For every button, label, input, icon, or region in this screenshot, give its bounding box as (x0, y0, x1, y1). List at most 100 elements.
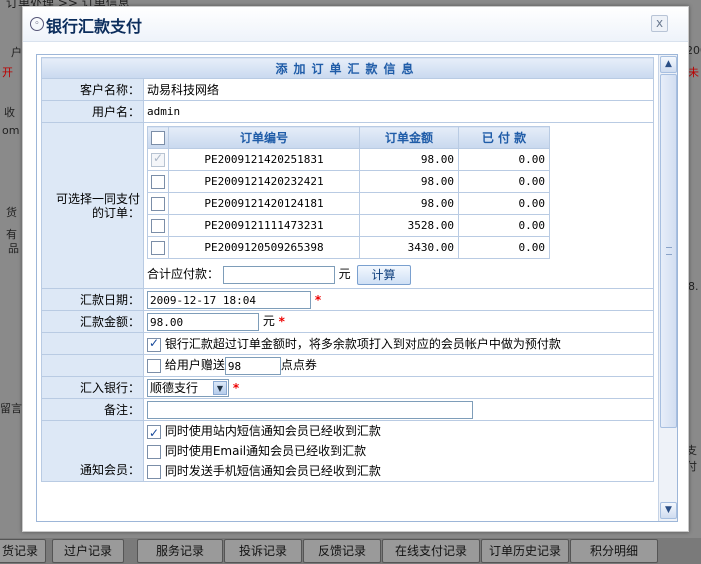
bg-side-text: om (2, 124, 20, 137)
gift-suffix: 点点券 (280, 358, 317, 373)
form-header: 添加订单汇款信息 (41, 57, 654, 79)
amount-input[interactable]: 98.00 (147, 312, 259, 331)
order-checkbox[interactable] (151, 196, 165, 211)
bg-side-text: 开 (2, 66, 13, 79)
bg-side-text: 留言 (0, 402, 22, 415)
notify-checkbox[interactable] (147, 423, 161, 443)
order-no: PE2009121111473231 (168, 214, 360, 237)
orders-cell: 订单编号 订单金额 已 付 款 PE2009121420251831 98.00… (143, 122, 654, 289)
required-mark: * (232, 380, 240, 395)
remark-input[interactable] (147, 400, 473, 419)
overpay-label-cell (41, 332, 144, 355)
amount-label: 汇款金额： (41, 310, 144, 333)
bg-side-text: 户 (11, 46, 22, 59)
order-checkbox[interactable] (151, 174, 165, 189)
amount-unit: 元 (262, 314, 275, 329)
order-paid: 0.00 (458, 192, 550, 215)
tab-points-detail[interactable]: 积分明细 (570, 539, 658, 563)
order-amount: 98.00 (359, 148, 459, 171)
order-no: PE2009121420232421 (168, 170, 360, 193)
order-paid: 0.00 (458, 170, 550, 193)
order-no: PE2009121420124181 (168, 192, 360, 215)
order-no: PE2009121420251831 (168, 148, 360, 171)
bg-side-text: 收 (4, 106, 15, 119)
bank-select-value: 顺德支行 (150, 380, 199, 395)
notify-option-text: 同时使用站内短信通知会员已经收到汇款 (164, 424, 381, 438)
order-checkbox[interactable] (151, 218, 165, 233)
order-checkbox[interactable] (151, 240, 165, 255)
tab-online-payment-records[interactable]: 在线支付记录 (382, 539, 480, 563)
tab-complaint-records[interactable]: 投诉记录 (224, 539, 302, 563)
order-amount: 3430.00 (359, 236, 459, 259)
bg-side-text: 货 (6, 206, 17, 219)
gift-checkbox[interactable] (147, 358, 161, 373)
orders-label: 可选择一同支付的订单： (41, 122, 144, 289)
chevron-down-icon: ▼ (213, 380, 227, 395)
col-paid: 已 付 款 (458, 126, 550, 149)
order-paid: 0.00 (458, 214, 550, 237)
notify-checkbox[interactable] (147, 444, 161, 459)
tab-service-records[interactable]: 服务记录 (137, 539, 223, 563)
date-input[interactable]: 2009-12-17 18:04 (147, 290, 311, 309)
total-row: 合计应付款： 元 计算 (147, 262, 653, 286)
scroll-up-arrow-icon[interactable]: ▲ (660, 56, 677, 73)
bank-label: 汇入银行： (41, 376, 144, 399)
notify-option: 同时使用Email通知会员已经收到汇款 (147, 441, 653, 461)
notify-options: 同时使用站内短信通知会员已经收到汇款 同时使用Email通知会员已经收到汇款 同… (143, 420, 654, 482)
required-mark: * (314, 292, 322, 307)
order-row: PE2009120509265398 3430.00 0.00 (147, 236, 550, 259)
order-row: PE2009121420232421 98.00 0.00 (147, 170, 550, 193)
bg-right-text: 8. (688, 280, 699, 293)
select-all-checkbox[interactable] (151, 130, 165, 145)
scroll-down-arrow-icon[interactable]: ▼ (660, 502, 677, 519)
overpay-text: 银行汇款超过订单金额时，将多余款项打入到对应的会员帐户中做为预付款 (164, 337, 561, 351)
gift-prefix: 给用户赠送 (164, 358, 225, 373)
order-no: PE2009120509265398 (168, 236, 360, 259)
gift-label-cell (41, 354, 144, 377)
notify-option-text: 同时使用Email通知会员已经收到汇款 (164, 444, 367, 458)
order-row: PE2009121420251831 98.00 0.00 (147, 148, 550, 171)
scroll-thumb[interactable] (660, 74, 677, 428)
vertical-scrollbar[interactable]: ▲ ▼ (658, 55, 677, 521)
customer-label: 客户名称： (41, 78, 144, 101)
order-paid: 0.00 (458, 148, 550, 171)
order-checkbox[interactable] (151, 151, 165, 167)
tab-feedback-records[interactable]: 反馈记录 (303, 539, 381, 563)
order-amount: 98.00 (359, 192, 459, 215)
dialog-header: ◦ 银行汇款支付 x (23, 7, 688, 42)
bank-select[interactable]: 顺德支行 ▼ (147, 378, 229, 397)
grip-icon (666, 247, 672, 255)
total-unit: 元 (338, 267, 351, 281)
notify-option: 同时发送手机短信通知会员已经收到汇款 (147, 461, 653, 481)
order-row: PE2009121420124181 98.00 0.00 (147, 192, 550, 215)
required-mark: * (278, 314, 285, 329)
order-row: PE2009121111473231 3528.00 0.00 (147, 214, 550, 237)
tab-order-history-records[interactable]: 订单历史记录 (481, 539, 569, 563)
tab-transfer-records[interactable]: 过户记录 (52, 539, 124, 563)
close-button[interactable]: x (651, 15, 668, 32)
total-input[interactable] (222, 265, 335, 284)
orders-header-row: 订单编号 订单金额 已 付 款 (147, 126, 550, 149)
bg-right-text: 未 (688, 66, 699, 79)
order-amount: 98.00 (359, 170, 459, 193)
order-amount: 3528.00 (359, 214, 459, 237)
tab-delivery-records[interactable]: 货记录 (0, 539, 46, 563)
notify-option: 同时使用站内短信通知会员已经收到汇款 (147, 421, 653, 443)
calculate-button[interactable]: 计算 (356, 264, 411, 285)
date-label: 汇款日期： (41, 288, 144, 311)
total-label: 合计应付款： (147, 267, 220, 281)
overpay-checkbox[interactable] (147, 336, 161, 352)
dialog-title: 银行汇款支付 (46, 17, 143, 36)
orders-table: 订单编号 订单金额 已 付 款 PE2009121420251831 98.00… (147, 126, 550, 259)
order-paid: 0.00 (458, 236, 550, 259)
username-label: 用户名： (41, 100, 144, 123)
customer-value: 动易科技网络 (143, 78, 654, 101)
gift-points-input[interactable]: 98 (224, 356, 281, 375)
notify-label: 通知会员： (41, 420, 144, 482)
username-value: admin (143, 100, 654, 123)
bg-side-text: 品 (8, 242, 19, 255)
select-all-cell (147, 126, 169, 149)
notify-checkbox[interactable] (147, 464, 161, 479)
notify-option-text: 同时发送手机短信通知会员已经收到汇款 (164, 464, 381, 478)
col-order-amount: 订单金额 (359, 126, 459, 149)
